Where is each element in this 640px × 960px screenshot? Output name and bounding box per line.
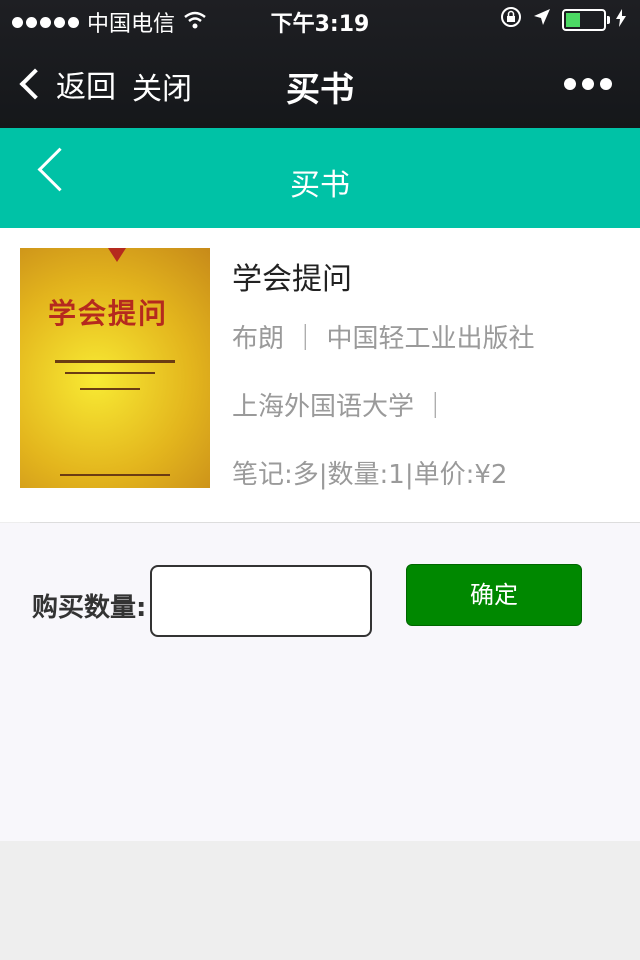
book-school: 上海外国语大学 ｜ xyxy=(232,392,449,422)
charging-icon xyxy=(616,8,626,32)
page-title: 买书 xyxy=(290,168,350,203)
cover-title: 学会提问 xyxy=(48,297,169,330)
book-card: 学会提问 学会提问 布朗 ｜ 中国轻工业出版社 上海外国语大学 ｜ 笔记:多|数… xyxy=(0,228,640,522)
navigation-bar: 返回 关闭 买书 xyxy=(0,40,640,128)
purchase-form: 购买数量: 确定 xyxy=(0,523,640,841)
nav-title: 买书 xyxy=(286,70,354,110)
app-top-bar: 中国电信 下午3:19 返回 关闭 买书 xyxy=(0,0,640,128)
rotation-lock-icon xyxy=(500,6,522,33)
more-menu-icon[interactable] xyxy=(564,78,612,90)
book-title: 学会提问 xyxy=(232,262,352,297)
location-icon xyxy=(532,7,552,32)
page-header: 买书 xyxy=(0,128,640,228)
status-bar: 中国电信 下午3:19 xyxy=(0,0,640,40)
confirm-button[interactable]: 确定 xyxy=(406,564,582,626)
book-cover: 学会提问 xyxy=(20,248,210,488)
quantity-label: 购买数量: xyxy=(32,593,147,623)
quantity-input[interactable] xyxy=(150,565,372,637)
battery-icon xyxy=(562,8,610,31)
book-author-publisher: 布朗 ｜ 中国轻工业出版社 xyxy=(232,324,535,354)
book-details: 笔记:多|数量:1|单价:¥2 xyxy=(232,460,508,490)
